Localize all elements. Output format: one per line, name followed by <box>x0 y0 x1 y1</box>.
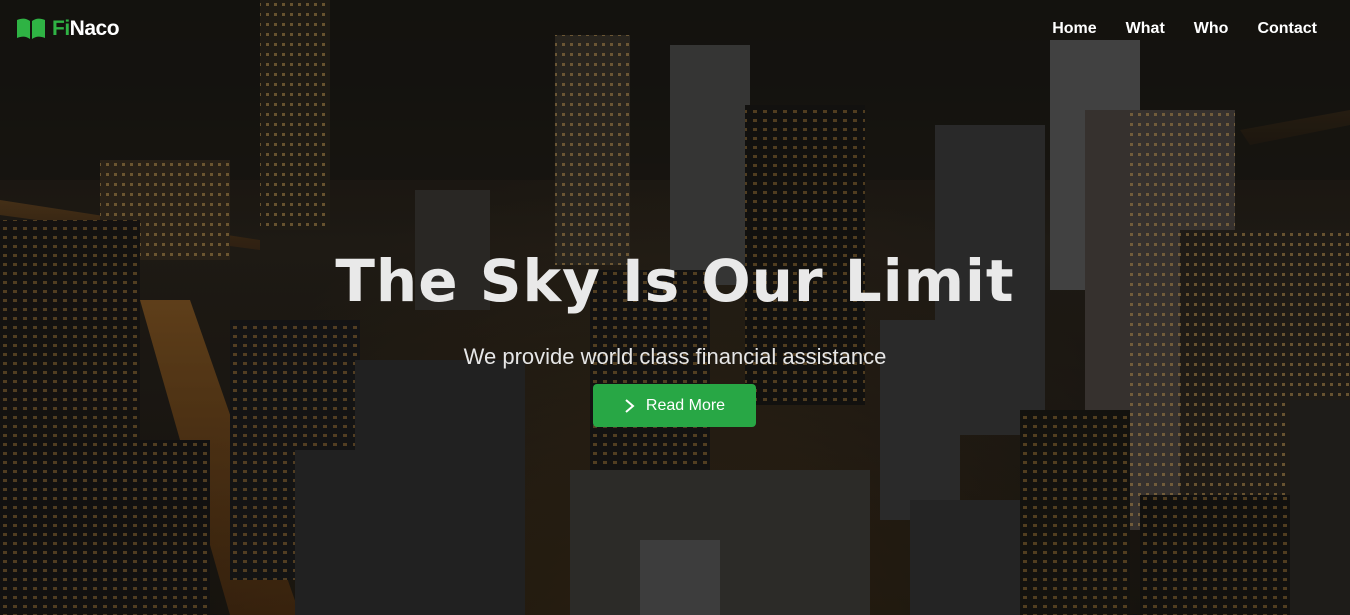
hero-section: FiNaco Home What Who Contact The Sky Is … <box>0 0 1350 615</box>
brand-logo[interactable]: FiNaco <box>16 16 120 42</box>
brand-name-prefix: Fi <box>52 17 70 40</box>
chevron-right-icon <box>625 398 635 413</box>
brand-name-suffix: Naco <box>69 17 120 40</box>
hero-subheadline: We provide world class financial assista… <box>463 344 887 369</box>
nav-link-home[interactable]: Home <box>1052 19 1096 39</box>
book-icon <box>17 18 45 39</box>
nav-link-contact[interactable]: Contact <box>1257 19 1317 39</box>
nav-link-what[interactable]: What <box>1126 19 1165 39</box>
top-navbar: FiNaco Home What Who Contact <box>0 0 1350 60</box>
hero-headline: The Sky Is Our Limit <box>335 247 1015 315</box>
read-more-button[interactable]: Read More <box>593 384 756 427</box>
brand-name: FiNaco <box>52 16 120 42</box>
nav-link-who[interactable]: Who <box>1194 19 1229 39</box>
read-more-label: Read More <box>645 396 726 414</box>
nav-menu: Home What Who Contact <box>1052 19 1317 39</box>
